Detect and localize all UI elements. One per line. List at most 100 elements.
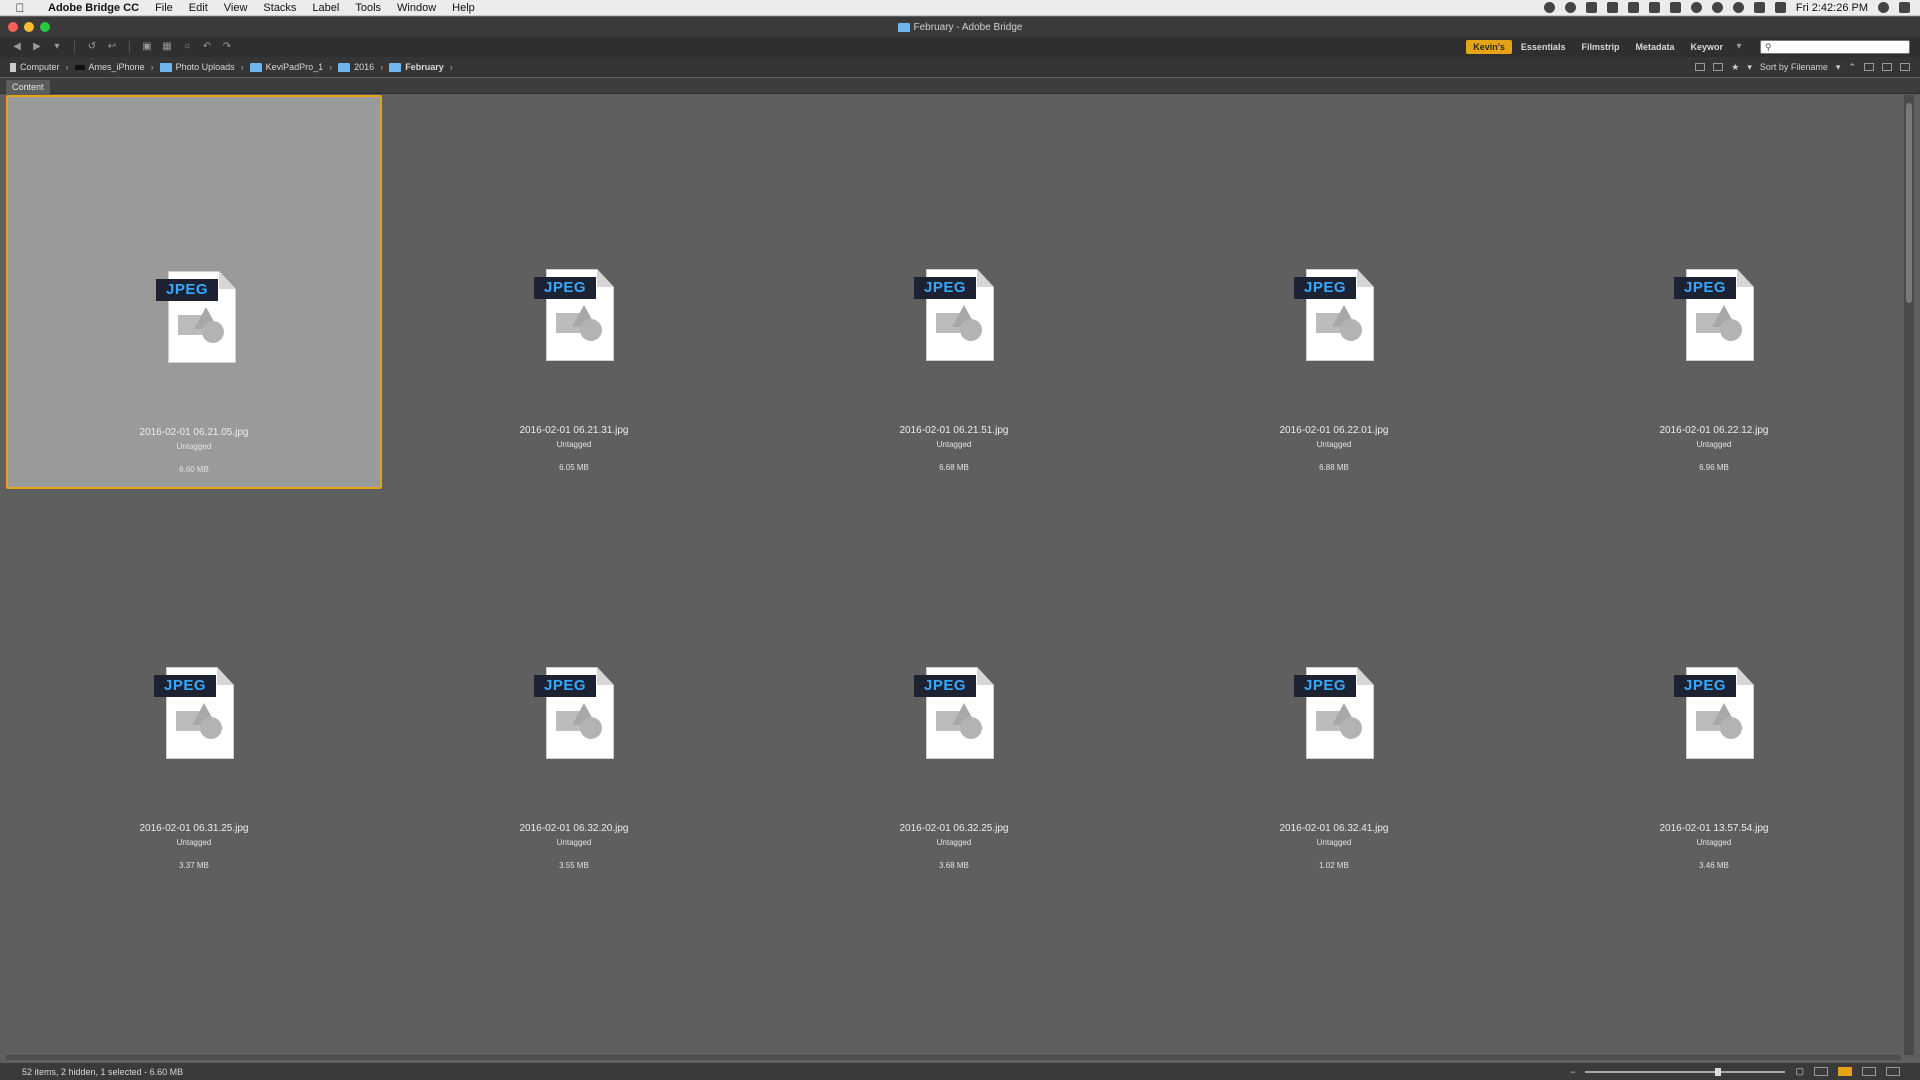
slider-knob[interactable] bbox=[1715, 1067, 1722, 1076]
file-name: 2016-02-01 06.22.12.jpg bbox=[1659, 425, 1769, 436]
wifi-icon[interactable] bbox=[1732, 2, 1744, 13]
menu-clock[interactable]: Fri 2:42:26 PM bbox=[1796, 2, 1868, 14]
filter-dropdown-icon[interactable]: ▾ bbox=[1747, 62, 1752, 73]
chevron-right-icon[interactable]: › bbox=[241, 62, 244, 72]
open-in-camera-raw-icon[interactable]: ○ bbox=[180, 41, 194, 53]
workspace-keywords[interactable]: Keywor bbox=[1683, 40, 1730, 54]
chevron-right-icon[interactable]: › bbox=[450, 62, 453, 72]
delete-icon[interactable] bbox=[1900, 63, 1910, 71]
workspace-switcher: Kevin's Essentials Filmstrip Metadata Ke… bbox=[1466, 40, 1920, 54]
breadcrumb-device[interactable]: Ames_iPhone bbox=[89, 62, 145, 72]
star-filter-icon[interactable]: ★ bbox=[1731, 62, 1739, 73]
go-parent-icon[interactable]: ↺ bbox=[85, 41, 99, 53]
flag-input-icon[interactable] bbox=[1753, 2, 1765, 13]
breadcrumb-february[interactable]: February bbox=[405, 62, 444, 72]
view-details-icon[interactable] bbox=[1862, 1067, 1876, 1076]
menu-edit[interactable]: Edit bbox=[181, 0, 216, 16]
menu-label[interactable]: Label bbox=[304, 0, 347, 16]
thumbnail-tile[interactable]: JPEG 2016-02-01 06.22.12.jpg Untagged 6.… bbox=[1526, 95, 1902, 489]
zoom-window-icon[interactable] bbox=[40, 22, 50, 32]
new-folder-icon[interactable] bbox=[1882, 63, 1892, 71]
jpeg-badge: JPEG bbox=[1674, 675, 1736, 697]
view-list-icon[interactable] bbox=[1886, 1067, 1900, 1076]
thumbnail-tile[interactable]: JPEG 2016-02-01 06.32.41.jpg Untagged 1.… bbox=[1146, 493, 1522, 887]
close-window-icon[interactable] bbox=[8, 22, 18, 32]
workspace-filmstrip[interactable]: Filmstrip bbox=[1574, 40, 1626, 54]
chevron-right-icon[interactable]: › bbox=[329, 62, 332, 72]
thumbnail-tile[interactable]: JPEG 2016-02-01 06.21.51.jpg Untagged 6.… bbox=[766, 95, 1142, 489]
thumbnail-tile[interactable]: JPEG 2016-02-01 06.31.25.jpg Untagged 3.… bbox=[6, 493, 382, 887]
sort-dropdown-icon[interactable]: ▾ bbox=[1836, 62, 1841, 73]
thumbnail-tile[interactable]: JPEG 2016-02-01 06.21.31.jpg Untagged 6.… bbox=[386, 95, 762, 489]
grid-lock-icon[interactable] bbox=[1814, 1067, 1828, 1076]
file-size: 3.68 MB bbox=[939, 861, 969, 870]
menu-view[interactable]: View bbox=[216, 0, 256, 16]
notification-center-icon[interactable] bbox=[1899, 2, 1910, 13]
menu-window[interactable]: Window bbox=[389, 0, 444, 16]
workspace-essentials[interactable]: Essentials bbox=[1514, 40, 1573, 54]
sort-dropdown[interactable]: Sort by Filename bbox=[1760, 62, 1828, 72]
menu-file[interactable]: File bbox=[147, 0, 181, 16]
file-tag: Untagged bbox=[176, 838, 212, 847]
view-thumbnails-icon[interactable] bbox=[1838, 1067, 1852, 1076]
menu-tools[interactable]: Tools bbox=[347, 0, 389, 16]
recent-dropdown-icon[interactable]: ▾ bbox=[50, 41, 64, 53]
horizontal-scrollbar[interactable] bbox=[6, 1055, 1901, 1060]
menu-help[interactable]: Help bbox=[444, 0, 483, 16]
page-fold bbox=[597, 667, 614, 685]
thumbnail-size-slider[interactable] bbox=[1585, 1067, 1786, 1076]
quality-icon[interactable] bbox=[1695, 63, 1706, 71]
thumbnail-quality-icon[interactable] bbox=[1713, 63, 1724, 71]
chevron-right-icon[interactable]: › bbox=[66, 62, 69, 72]
chevron-right-icon[interactable]: › bbox=[151, 62, 154, 72]
zoom-out-icon[interactable]: − bbox=[1570, 1067, 1575, 1077]
sync-icon[interactable] bbox=[1648, 2, 1660, 13]
workspace-dropdown-icon[interactable]: ▾ bbox=[1732, 41, 1746, 53]
volume-icon[interactable] bbox=[1774, 2, 1786, 13]
creative-cloud-icon[interactable] bbox=[1564, 2, 1576, 13]
bluetooth-icon[interactable] bbox=[1711, 2, 1723, 13]
breadcrumb-photo-uploads[interactable]: Photo Uploads bbox=[176, 62, 235, 72]
tab-content[interactable]: Content bbox=[6, 80, 50, 94]
dropbox-icon[interactable] bbox=[1543, 2, 1555, 13]
apple-menu-icon[interactable]:  bbox=[0, 1, 40, 15]
folder-icon bbox=[389, 62, 402, 72]
breadcrumb-kevipadpro[interactable]: KeviPadPro_1 bbox=[266, 62, 324, 72]
thumbnail-tile[interactable]: JPEG 2016-02-01 06.32.25.jpg Untagged 3.… bbox=[766, 493, 1142, 887]
thumbnail-tile[interactable]: JPEG 2016-02-01 06.22.01.jpg Untagged 6.… bbox=[1146, 95, 1522, 489]
clipboard-icon[interactable] bbox=[1606, 2, 1618, 13]
time-machine-icon[interactable] bbox=[1690, 2, 1702, 13]
minimize-window-icon[interactable] bbox=[24, 22, 34, 32]
thumbnail-tile[interactable]: JPEG 2016-02-01 06.21.05.jpg Untagged 6.… bbox=[6, 95, 382, 489]
search-input[interactable]: ⚲ bbox=[1760, 40, 1910, 54]
thumbnail-tile[interactable]: JPEG 2016-02-01 06.32.20.jpg Untagged 3.… bbox=[386, 493, 762, 887]
open-recent-icon[interactable] bbox=[1864, 63, 1874, 71]
app-menu[interactable]: Adobe Bridge CC bbox=[40, 0, 147, 16]
rotate-left-icon[interactable]: ↶ bbox=[200, 41, 214, 53]
boomerang-icon[interactable]: ↩ bbox=[105, 41, 119, 53]
sort-direction-icon[interactable]: ⌃ bbox=[1848, 62, 1856, 73]
workspace-metadata[interactable]: Metadata bbox=[1628, 40, 1681, 54]
breadcrumb-computer[interactable]: Computer bbox=[20, 62, 60, 72]
copy-icon[interactable] bbox=[1627, 2, 1639, 13]
spotlight-search-icon[interactable] bbox=[1878, 2, 1889, 13]
chevron-right-icon[interactable]: › bbox=[380, 62, 383, 72]
scrollbar-thumb[interactable] bbox=[1906, 103, 1912, 303]
forward-arrow-icon[interactable]: ▶ bbox=[30, 41, 44, 53]
vertical-scrollbar[interactable] bbox=[1904, 95, 1914, 1055]
file-name: 2016-02-01 06.22.01.jpg bbox=[1279, 425, 1389, 436]
thumbnail-tile[interactable]: JPEG 2016-02-01 13.57.54.jpg Untagged 3.… bbox=[1526, 493, 1902, 887]
app-status-icon[interactable] bbox=[1585, 2, 1597, 13]
back-arrow-icon[interactable]: ◀ bbox=[10, 41, 24, 53]
page-fold bbox=[219, 271, 236, 289]
rotate-right-icon[interactable]: ↷ bbox=[220, 41, 234, 53]
refine-icon[interactable]: ▦ bbox=[160, 41, 174, 53]
menu-stacks[interactable]: Stacks bbox=[255, 0, 304, 16]
get-photos-icon[interactable]: ▣ bbox=[140, 41, 154, 53]
jpeg-badge: JPEG bbox=[1294, 277, 1356, 299]
airplay-icon[interactable] bbox=[1669, 2, 1681, 13]
breadcrumb-2016[interactable]: 2016 bbox=[354, 62, 374, 72]
workspace-kevins[interactable]: Kevin's bbox=[1466, 40, 1512, 54]
window-controls bbox=[8, 22, 50, 32]
zoom-in-icon[interactable]: ▢ bbox=[1795, 1066, 1804, 1077]
